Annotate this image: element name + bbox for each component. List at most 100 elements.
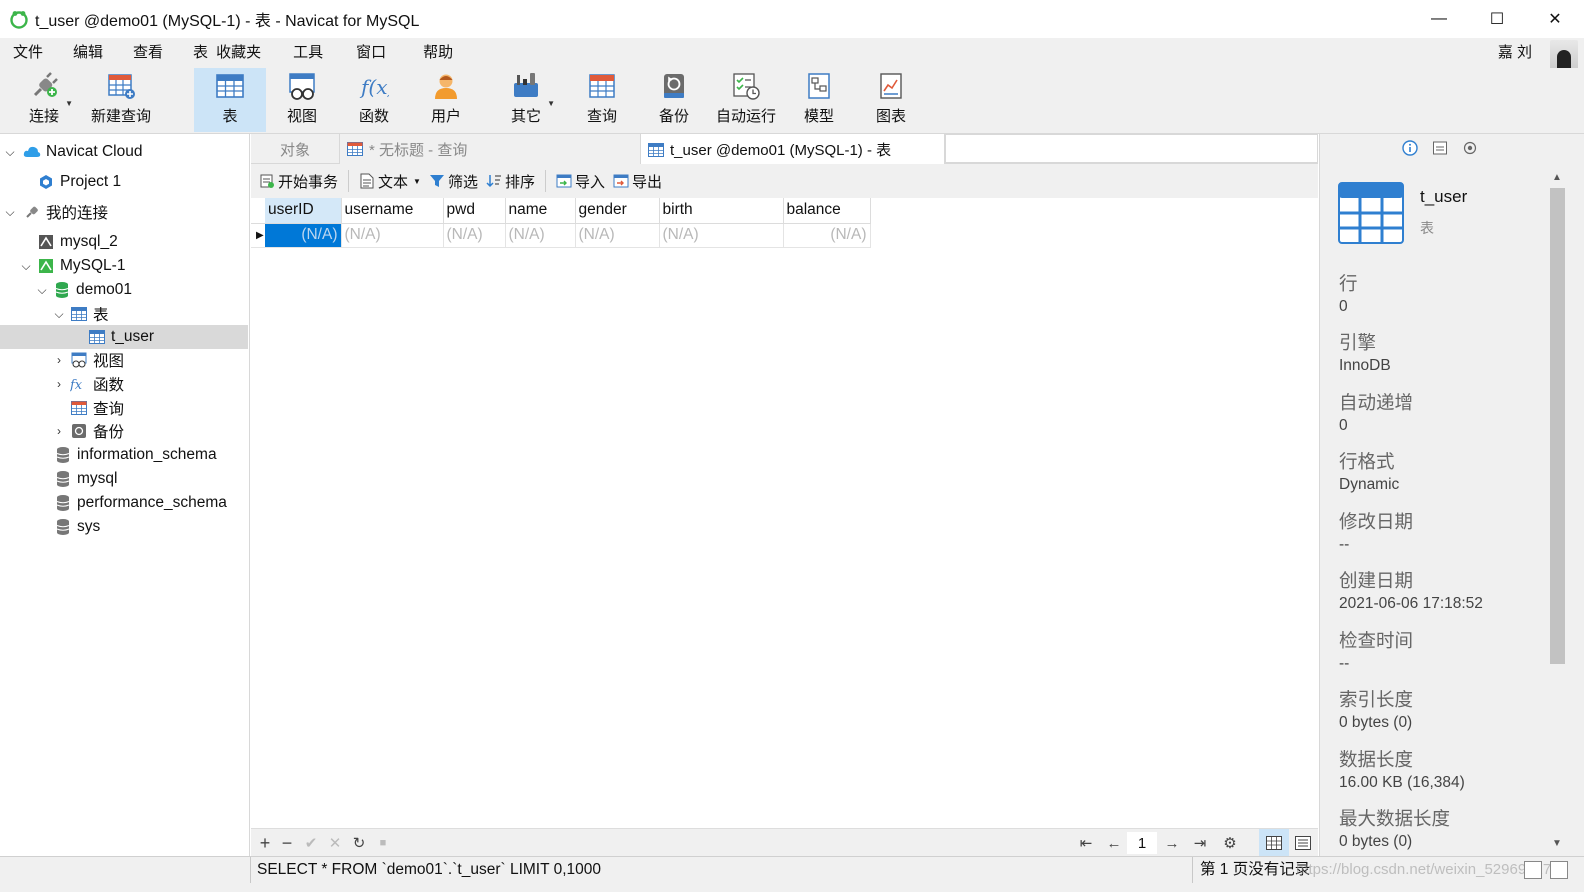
tree-item-mysql-2[interactable]: mysql_2	[0, 230, 248, 254]
column-header-balance[interactable]: balance	[783, 198, 871, 224]
function-button[interactable]: f(x) 函数	[344, 68, 404, 132]
info-icon[interactable]	[1402, 140, 1418, 156]
filter-button[interactable]: 筛选	[425, 164, 482, 198]
info-panel-scrollbar[interactable]: ▲ ▼	[1546, 166, 1568, 856]
cell-birth[interactable]: (N/A)	[659, 223, 784, 248]
tab-t-user-table[interactable]: t_user @demo01 (MySQL-1) - 表	[641, 134, 945, 165]
export-button[interactable]: 导出	[609, 164, 666, 198]
scrollbar-thumb[interactable]	[1550, 188, 1565, 664]
tab-untitled-query[interactable]: * 无标题 - 查询	[339, 134, 641, 164]
menu-favorites[interactable]: 收藏夹	[212, 38, 277, 68]
tree-item-tables[interactable]: ⌵ 表	[0, 302, 248, 326]
column-header-username[interactable]: username	[341, 198, 444, 224]
tree-item-my-connections[interactable]: ⌵ 我的连接	[0, 200, 248, 224]
tab-objects[interactable]: 对象	[251, 134, 339, 164]
form-view-icon[interactable]	[1293, 829, 1313, 857]
scroll-down-icon[interactable]: ▼	[1546, 834, 1568, 852]
tree-item-navicat-cloud[interactable]: ⌵ Navicat Cloud	[0, 140, 248, 164]
cell-pwd[interactable]: (N/A)	[443, 223, 506, 248]
first-page-icon[interactable]: ⇤	[1077, 829, 1095, 857]
stop-icon[interactable]: ■	[375, 829, 391, 857]
apply-changes-icon[interactable]: ✔	[303, 829, 319, 857]
table-button[interactable]: 表	[194, 68, 266, 132]
menu-help[interactable]: 帮助	[399, 38, 466, 68]
menu-edit[interactable]: 编辑	[56, 38, 116, 68]
menu-window[interactable]: 窗口	[336, 38, 399, 68]
table-row[interactable]: ▶ (N/A) (N/A) (N/A) (N/A) (N/A) (N/A) (N…	[251, 223, 871, 248]
user-button[interactable]: 用户	[416, 68, 476, 132]
column-header-birth[interactable]: birth	[659, 198, 784, 224]
column-header-userid[interactable]: userID	[265, 198, 342, 224]
panel-toggle-icon[interactable]	[1550, 861, 1568, 879]
tree-item-views[interactable]: › 视图	[0, 348, 248, 372]
menu-table[interactable]: 表	[176, 38, 212, 68]
tree-item-functions[interactable]: › fx 函数	[0, 372, 248, 396]
other-button[interactable]: ▼ 其它	[496, 68, 556, 132]
tree-item-mysql[interactable]: mysql	[0, 467, 248, 491]
maximize-button[interactable]: ☐	[1468, 0, 1526, 38]
property-label: 自动递增	[1339, 392, 1414, 413]
previous-page-icon[interactable]: ←	[1105, 829, 1123, 857]
chevron-right-icon[interactable]: ›	[52, 353, 66, 367]
tree-item-performance-schema[interactable]: performance_schema	[0, 491, 248, 515]
last-page-icon[interactable]: ⇥	[1191, 829, 1209, 857]
cell-balance[interactable]: (N/A)	[783, 223, 871, 248]
chevron-down-icon[interactable]: ⌵	[3, 205, 17, 219]
column-header-name[interactable]: name	[505, 198, 576, 224]
chart-button[interactable]: 图表	[862, 68, 920, 132]
tree-item-t-user[interactable]: t_user	[0, 325, 248, 349]
menu-file[interactable]: 文件	[0, 38, 56, 68]
user-label: 用户	[430, 108, 461, 125]
column-header-pwd[interactable]: pwd	[443, 198, 506, 224]
cell-name[interactable]: (N/A)	[505, 223, 576, 248]
chevron-down-icon[interactable]: ⌵	[3, 145, 17, 159]
avatar[interactable]	[1550, 40, 1578, 70]
chevron-right-icon[interactable]: ›	[52, 377, 66, 391]
discard-changes-icon[interactable]: ✕	[327, 829, 343, 857]
column-header-gender[interactable]: gender	[575, 198, 660, 224]
cell-userid[interactable]: (N/A)	[265, 223, 342, 248]
chevron-down-icon[interactable]: ⌵	[52, 307, 66, 321]
import-button[interactable]: 导入	[552, 164, 609, 198]
preview-icon[interactable]	[1462, 140, 1478, 156]
connect-button[interactable]: ▼ 连接	[18, 68, 73, 132]
menu-view[interactable]: 查看	[116, 38, 176, 68]
chevron-down-icon[interactable]: ⌵	[19, 259, 33, 273]
user-name[interactable]: 嘉 刘	[1498, 38, 1532, 68]
refresh-icon[interactable]: ↻	[351, 829, 367, 857]
auto-run-button[interactable]: 自动运行	[712, 68, 780, 132]
minimize-button[interactable]: —	[1410, 0, 1468, 38]
chevron-down-icon[interactable]: ⌵	[35, 283, 49, 297]
tree-item-project-1[interactable]: Project 1	[0, 170, 248, 194]
tree-item-sys[interactable]: sys	[0, 515, 248, 539]
begin-transaction-button[interactable]: 开始事务	[255, 164, 342, 198]
table-label: 表	[222, 108, 238, 125]
view-button[interactable]: 视图	[272, 68, 332, 132]
layout-toggle-icon[interactable]	[1524, 861, 1542, 879]
tree-item-demo01[interactable]: ⌵ demo01	[0, 278, 248, 302]
delete-record-icon[interactable]: −	[279, 829, 295, 857]
ddl-icon[interactable]	[1432, 140, 1448, 156]
next-page-icon[interactable]: →	[1163, 829, 1181, 857]
add-record-icon[interactable]: +	[257, 829, 273, 857]
cell-gender[interactable]: (N/A)	[575, 223, 660, 248]
cell-username[interactable]: (N/A)	[341, 223, 444, 248]
tree-item-mysql-1[interactable]: ⌵ MySQL-1	[0, 254, 248, 278]
model-button[interactable]: 模型	[790, 68, 848, 132]
grid-view-icon[interactable]	[1259, 829, 1289, 857]
tree-item-backups[interactable]: › 备份	[0, 419, 248, 443]
sort-button[interactable]: 排序	[482, 164, 539, 198]
page-number-input[interactable]: 1	[1127, 832, 1157, 854]
text-button[interactable]: 文本 ▼	[355, 164, 425, 198]
filter-icon	[429, 173, 445, 189]
tree-item-information-schema[interactable]: information_schema	[0, 443, 248, 467]
scroll-up-icon[interactable]: ▲	[1546, 168, 1568, 186]
query-button[interactable]: 查询	[572, 68, 632, 132]
backup-button[interactable]: 备份	[644, 68, 704, 132]
settings-gear-icon[interactable]: ⚙	[1221, 829, 1239, 857]
chevron-right-icon[interactable]: ›	[52, 424, 66, 438]
new-query-button[interactable]: 新建查询	[88, 68, 154, 132]
menu-tools[interactable]: 工具	[277, 38, 336, 68]
tree-item-queries[interactable]: 查询	[0, 396, 248, 420]
close-button[interactable]: ✕	[1526, 0, 1584, 38]
